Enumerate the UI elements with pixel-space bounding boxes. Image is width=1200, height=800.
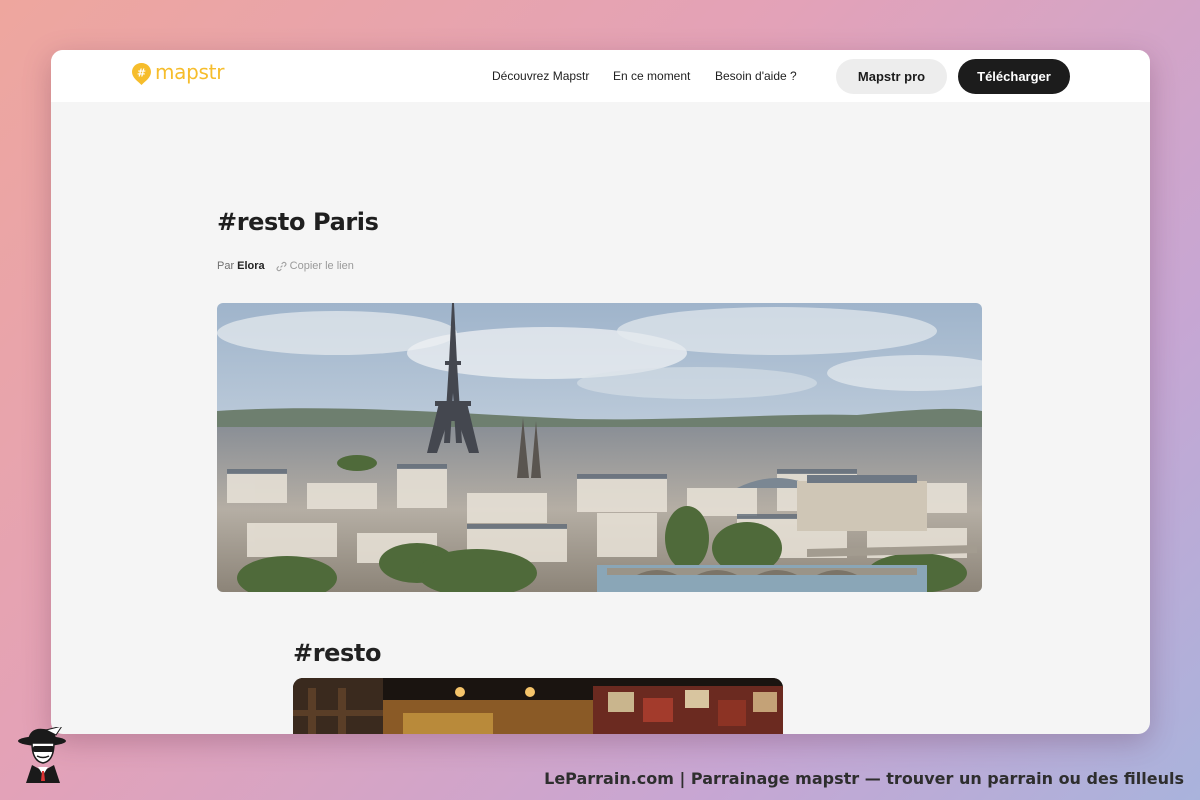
nav-link-help[interactable]: Besoin d'aide ? xyxy=(715,69,797,83)
link-icon xyxy=(276,261,287,271)
logo-text: mapstr xyxy=(155,60,225,84)
author-name[interactable]: Elora xyxy=(237,260,265,272)
svg-text:#: # xyxy=(137,67,146,80)
copy-link-button[interactable]: Copier le lien xyxy=(276,260,354,272)
restaurant-interior-image xyxy=(293,678,783,734)
hero-image xyxy=(217,303,982,592)
nav-link-now[interactable]: En ce moment xyxy=(613,69,690,83)
paris-skyline-image xyxy=(217,303,982,592)
browser-window: # mapstr Découvrez Mapstr En ce moment B… xyxy=(51,50,1150,734)
top-navigation: # mapstr Découvrez Mapstr En ce moment B… xyxy=(51,50,1150,102)
mapstr-pin-icon: # xyxy=(132,63,151,85)
page-title: #resto Paris xyxy=(217,208,379,236)
download-button[interactable]: Télécharger xyxy=(958,59,1070,94)
footer-caption: LeParrain.com | Parrainage mapstr — trou… xyxy=(544,769,1184,788)
mapstr-pro-button[interactable]: Mapstr pro xyxy=(836,59,947,94)
section-image xyxy=(293,678,783,734)
section-title: #resto xyxy=(293,639,382,667)
nav-link-discover[interactable]: Découvrez Mapstr xyxy=(492,69,589,83)
author-prefix: Par xyxy=(217,260,235,272)
spy-mascot-icon xyxy=(18,727,66,783)
copy-link-label: Copier le lien xyxy=(289,260,354,272)
mapstr-logo[interactable]: # mapstr xyxy=(131,62,224,86)
list-meta: Par Elora Copier le lien xyxy=(217,260,354,272)
